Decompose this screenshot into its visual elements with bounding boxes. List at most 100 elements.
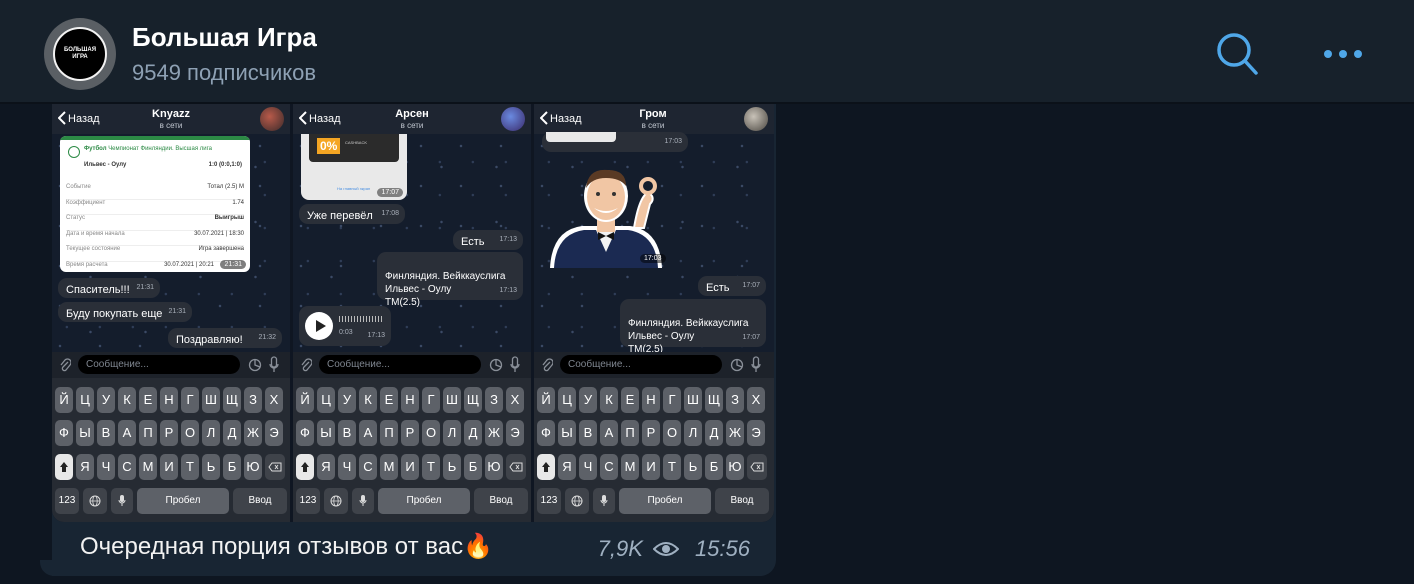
- key[interactable]: Й: [55, 387, 73, 413]
- key[interactable]: О: [422, 420, 440, 446]
- microphone-icon[interactable]: [751, 356, 761, 374]
- key[interactable]: Ц: [317, 387, 335, 413]
- key[interactable]: К: [359, 387, 377, 413]
- paperclip-icon[interactable]: [59, 357, 71, 373]
- key[interactable]: Ф: [296, 420, 314, 446]
- key[interactable]: Л: [443, 420, 461, 446]
- key[interactable]: Щ: [223, 387, 241, 413]
- microphone-icon[interactable]: [269, 356, 279, 374]
- channel-title[interactable]: Большая Игра: [132, 22, 317, 53]
- key[interactable]: К: [600, 387, 618, 413]
- dictation-key[interactable]: [111, 488, 133, 514]
- key[interactable]: Е: [139, 387, 157, 413]
- key[interactable]: П: [380, 420, 398, 446]
- key[interactable]: Н: [160, 387, 178, 413]
- key[interactable]: Е: [380, 387, 398, 413]
- key[interactable]: Т: [422, 454, 440, 480]
- sticker-icon[interactable]: [730, 358, 744, 372]
- globe-key[interactable]: [83, 488, 107, 514]
- key[interactable]: Ж: [244, 420, 262, 446]
- sticker-icon[interactable]: [248, 358, 262, 372]
- key[interactable]: И: [160, 454, 178, 480]
- enter-key[interactable]: Ввод: [715, 488, 769, 514]
- message-input[interactable]: Сообщение...: [560, 355, 722, 374]
- numbers-key[interactable]: 123: [537, 488, 561, 514]
- key[interactable]: Я: [76, 454, 94, 480]
- shift-key[interactable]: [537, 454, 555, 480]
- key[interactable]: Г: [663, 387, 681, 413]
- globe-key[interactable]: [565, 488, 589, 514]
- key[interactable]: Х: [265, 387, 283, 413]
- numbers-key[interactable]: 123: [55, 488, 79, 514]
- paperclip-icon[interactable]: [541, 357, 553, 373]
- key[interactable]: Ь: [684, 454, 702, 480]
- key[interactable]: С: [359, 454, 377, 480]
- key[interactable]: Х: [747, 387, 765, 413]
- message-input[interactable]: Сообщение...: [78, 355, 240, 374]
- enter-key[interactable]: Ввод: [233, 488, 287, 514]
- key[interactable]: И: [401, 454, 419, 480]
- key[interactable]: Р: [642, 420, 660, 446]
- dictation-key[interactable]: [593, 488, 615, 514]
- space-key[interactable]: Пробел: [378, 488, 470, 514]
- key[interactable]: С: [118, 454, 136, 480]
- key[interactable]: З: [244, 387, 262, 413]
- sticker-icon[interactable]: [489, 358, 503, 372]
- key[interactable]: Й: [296, 387, 314, 413]
- key[interactable]: Э: [265, 420, 283, 446]
- key[interactable]: Г: [181, 387, 199, 413]
- key[interactable]: Б: [223, 454, 241, 480]
- globe-key[interactable]: [324, 488, 348, 514]
- play-button[interactable]: [305, 312, 333, 340]
- backspace-key[interactable]: [265, 454, 285, 480]
- key[interactable]: Ш: [202, 387, 220, 413]
- key[interactable]: Х: [506, 387, 524, 413]
- more-button[interactable]: [1318, 38, 1368, 70]
- key[interactable]: С: [600, 454, 618, 480]
- key[interactable]: Е: [621, 387, 639, 413]
- shift-key[interactable]: [55, 454, 73, 480]
- key[interactable]: Р: [160, 420, 178, 446]
- key[interactable]: Ф: [55, 420, 73, 446]
- message-input[interactable]: Сообщение...: [319, 355, 481, 374]
- key[interactable]: Й: [537, 387, 555, 413]
- key[interactable]: Ф: [537, 420, 555, 446]
- key[interactable]: А: [359, 420, 377, 446]
- search-button[interactable]: [1212, 30, 1266, 80]
- key[interactable]: Б: [464, 454, 482, 480]
- key[interactable]: Ы: [558, 420, 576, 446]
- key[interactable]: Ь: [443, 454, 461, 480]
- key[interactable]: М: [621, 454, 639, 480]
- backspace-key[interactable]: [747, 454, 767, 480]
- key[interactable]: К: [118, 387, 136, 413]
- key[interactable]: Ц: [558, 387, 576, 413]
- enter-key[interactable]: Ввод: [474, 488, 528, 514]
- key[interactable]: Э: [506, 420, 524, 446]
- key[interactable]: Ы: [76, 420, 94, 446]
- backspace-key[interactable]: [506, 454, 526, 480]
- space-key[interactable]: Пробел: [619, 488, 711, 514]
- key[interactable]: З: [485, 387, 503, 413]
- key[interactable]: Я: [558, 454, 576, 480]
- shift-key[interactable]: [296, 454, 314, 480]
- key[interactable]: У: [579, 387, 597, 413]
- key[interactable]: Н: [401, 387, 419, 413]
- key[interactable]: Д: [464, 420, 482, 446]
- key[interactable]: Р: [401, 420, 419, 446]
- key[interactable]: Ы: [317, 420, 335, 446]
- key[interactable]: П: [139, 420, 157, 446]
- key[interactable]: Ц: [76, 387, 94, 413]
- key[interactable]: В: [338, 420, 356, 446]
- key[interactable]: Ю: [726, 454, 744, 480]
- key[interactable]: У: [97, 387, 115, 413]
- key[interactable]: Ч: [97, 454, 115, 480]
- key[interactable]: Я: [317, 454, 335, 480]
- key[interactable]: Т: [181, 454, 199, 480]
- key[interactable]: А: [118, 420, 136, 446]
- key[interactable]: Э: [747, 420, 765, 446]
- key[interactable]: Д: [705, 420, 723, 446]
- paperclip-icon[interactable]: [300, 357, 312, 373]
- key[interactable]: Ч: [338, 454, 356, 480]
- key[interactable]: Щ: [464, 387, 482, 413]
- key[interactable]: З: [726, 387, 744, 413]
